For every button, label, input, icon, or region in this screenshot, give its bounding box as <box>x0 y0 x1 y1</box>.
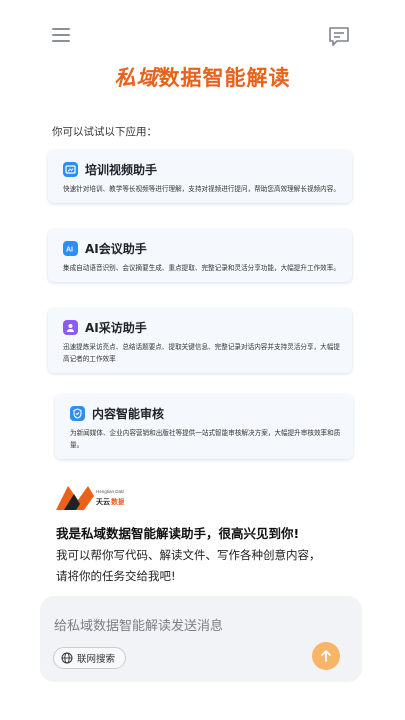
app-card-content-review[interactable]: 内容智能审核 为新闻媒体、企业内容营销和出版社等提供一站式智能审核解决方案，大幅… <box>55 394 353 459</box>
app-card-ai-meeting[interactable]: AI AI会议助手 集成自动语音识别、会议摘要生成、重点提取、完整记录和灵活分享… <box>48 229 352 282</box>
svg-text:数据: 数据 <box>111 497 124 506</box>
title-brand: 私域 <box>114 65 159 90</box>
message-composer: 给私域数据智能解读发送消息 联网搜索 <box>40 596 362 682</box>
card-desc: 快速针对培训、教学等长视频等进行理解，支持对视频进行提问，帮助您高效理解长视频内… <box>63 185 340 193</box>
greeting-line: 我可以帮你写代码、解读文件、写作各种创意内容， <box>56 548 321 562</box>
message-icon[interactable] <box>327 25 351 49</box>
arrow-up-icon <box>321 650 331 662</box>
card-title: 培训视频助手 <box>85 162 158 177</box>
shield-icon <box>70 405 85 421</box>
ai-meeting-icon: AI <box>63 240 78 256</box>
greeting-line: 请将你的任务交给我吧! <box>56 569 176 583</box>
app-card-ai-interview[interactable]: AI采访助手 迅速提炼采访亮点、总结话题要点、提取关键信息、完整记录对话内容并支… <box>48 308 352 373</box>
card-title: AI采访助手 <box>85 320 147 335</box>
greeting-block: 我是私域数据智能解读助手，很高兴见到你! 我可以帮你写代码、解读文件、写作各种创… <box>56 523 356 587</box>
message-input[interactable]: 给私域数据智能解读发送消息 <box>54 615 223 634</box>
greeting-title: 我是私域数据智能解读助手，很高兴见到你! <box>56 526 300 541</box>
svg-text:Hengtian Data: Hengtian Data <box>96 489 124 494</box>
video-icon <box>63 161 78 177</box>
top-bar <box>0 0 405 70</box>
send-button[interactable] <box>312 642 340 670</box>
intro-text: 你可以试试以下应用： <box>52 126 157 138</box>
title-rest: 数据智能解读 <box>158 66 291 90</box>
card-title: 内容智能审核 <box>92 406 165 421</box>
page-title: 私域数据智能解读 <box>0 62 405 92</box>
interview-icon <box>63 319 78 335</box>
svg-text:AI: AI <box>66 246 73 253</box>
hamburger-icon[interactable] <box>52 26 72 44</box>
web-search-button[interactable]: 联网搜索 <box>53 647 127 669</box>
svg-text:天云: 天云 <box>96 498 110 506</box>
globe-icon <box>61 652 73 664</box>
card-title: AI会议助手 <box>85 241 147 256</box>
card-desc: 集成自动语音识别、会议摘要生成、重点提取、完整记录和灵活分享功能，大幅提升工作效… <box>63 264 340 272</box>
card-desc: 迅速提炼采访亮点、总结话题要点、提取关键信息、完整记录对话内容并支持灵活分享，大… <box>63 343 340 363</box>
web-search-label: 联网搜索 <box>77 654 116 665</box>
company-logo: Hengtian Data 天云 数据 <box>54 482 125 512</box>
app-card-training-video[interactable]: 培训视频助手 快速针对培训、教学等长视频等进行理解，支持对视频进行提问，帮助您高… <box>48 150 352 203</box>
card-desc: 为新闻媒体、企业内容营销和出版社等提供一站式智能审核解决方案，大幅提升审核效率和… <box>70 429 341 449</box>
